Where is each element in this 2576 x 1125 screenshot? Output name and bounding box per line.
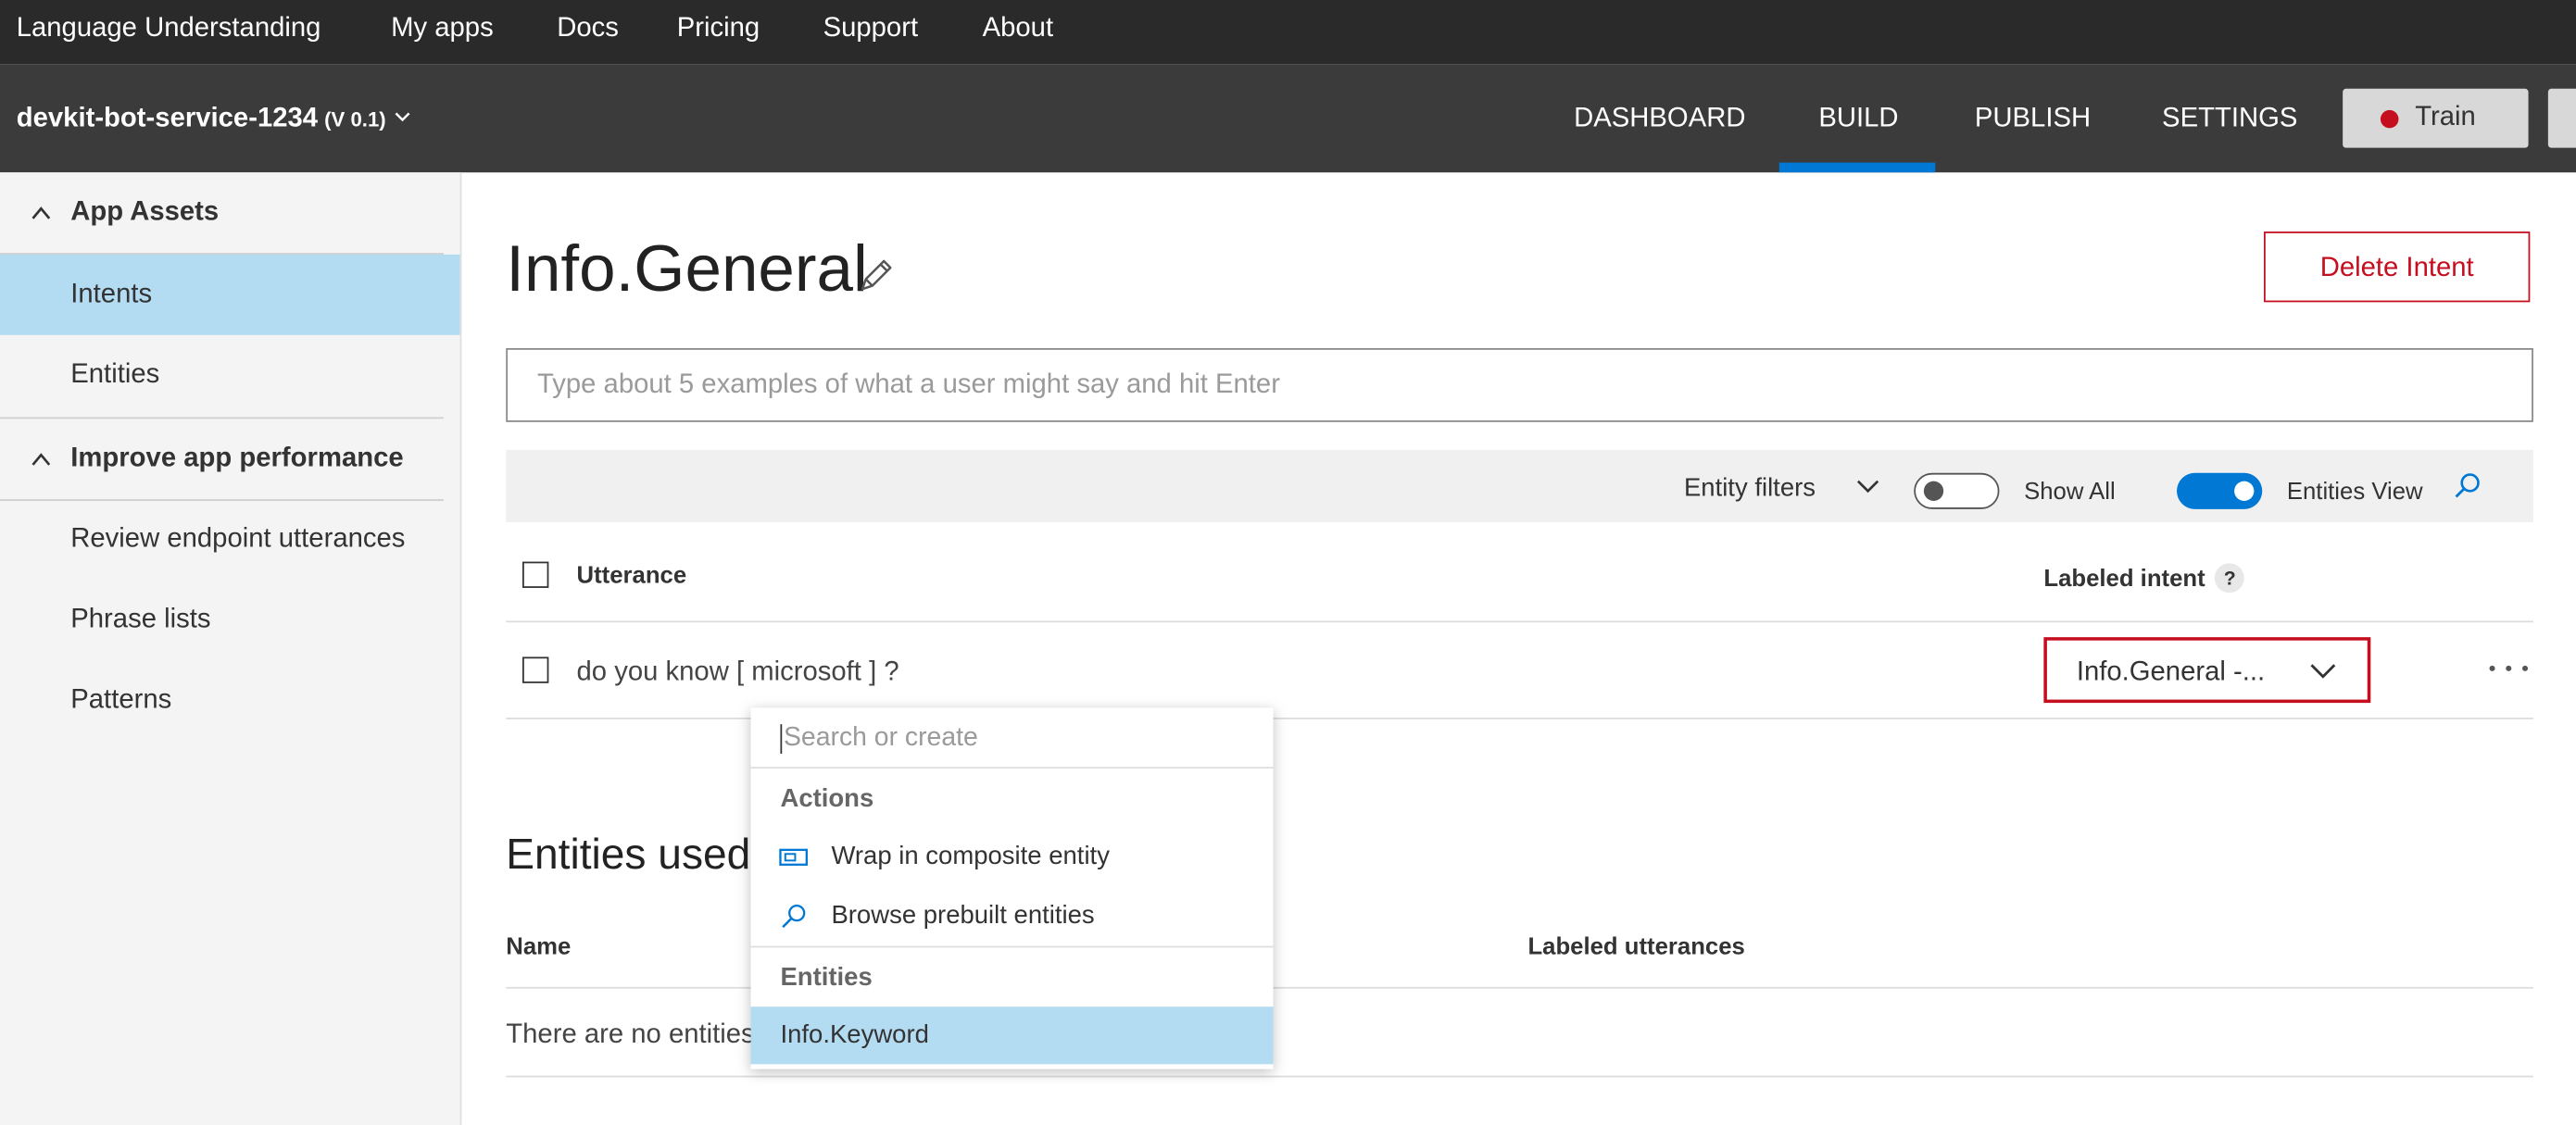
tab-dashboard[interactable]: DASHBOARD [1574,104,1745,135]
utterance-input[interactable] [536,369,2476,401]
top-nav-pricing[interactable]: Pricing [677,13,760,44]
sidebar: App Assets Intents Entities Improve app … [0,172,462,1125]
top-nav-about[interactable]: About [983,13,1053,44]
app-selector[interactable]: devkit-bot-service-1234 (V 0.1) [17,104,386,135]
app-version: (V 0.1) [324,108,386,131]
search-icon [782,904,806,929]
train-label: Train [2415,101,2476,131]
app-name: devkit-bot-service-1234 [16,103,319,133]
show-all-toggle[interactable] [1914,472,2000,509]
actions-header: Actions [780,784,874,813]
chevron-down-icon [2310,664,2336,679]
column-header-labeled-intent: Labeled intent? [2043,563,2245,594]
toggle-knob [2234,481,2255,501]
action-label: Browse prebuilt entities [831,901,1095,930]
top-nav-my-apps[interactable]: My apps [391,13,494,44]
row-checkbox[interactable] [522,656,549,683]
labeled-intent-value: Info.General -... [2076,656,2266,687]
filter-bar: Entity filters Show All Entities View [506,449,2533,523]
entity-picker-popup: Actions Wrap in composite entity Browse … [750,707,1274,1069]
sidebar-item-phrase-lists[interactable]: Phrase lists [0,580,460,660]
search-icon[interactable] [2453,471,2482,501]
sidebar-group-label: App Assets [70,196,220,227]
delete-intent-label: Delete Intent [2319,253,2474,283]
tab-settings[interactable]: SETTINGS [2162,104,2297,135]
active-tab-indicator [1778,162,1936,173]
train-button[interactable]: Train [2343,88,2529,148]
sidebar-group-improve[interactable]: Improve app performance [0,417,444,501]
toggle-knob [1923,481,1944,501]
more-options-icon[interactable] [2484,652,2533,678]
column-header-label: Labeled intent [2043,566,2205,594]
entity-search-input[interactable] [780,724,1244,755]
sidebar-item-label: Review endpoint utterances [70,523,406,554]
pencil-icon[interactable] [854,255,897,297]
divider [506,620,2533,623]
chevron-up-icon [31,206,51,219]
sidebar-item-label: Phrase lists [70,604,211,634]
column-header-labeled-utterances: Labeled utterances [1527,934,1745,961]
entity-option-label: Info.Keyword [780,1021,929,1050]
sidebar-group-label: Improve app performance [70,443,404,473]
labeled-intent-dropdown[interactable]: Info.General -... [2043,637,2371,704]
sidebar-item-intents[interactable]: Intents [0,254,460,335]
tab-publish[interactable]: PUBLISH [1975,104,2091,135]
sidebar-item-patterns[interactable]: Patterns [0,660,460,741]
column-header-name: Name [506,934,572,961]
entity-filters-dropdown[interactable]: Entity filters [1684,475,1816,505]
test-button[interactable] [2547,88,2576,148]
train-status-dot [2380,109,2399,129]
help-icon[interactable]: ? [2215,563,2245,594]
composite-icon [779,848,808,866]
tab-build[interactable]: BUILD [1818,104,1898,135]
entities-view-label: Entities View [2286,479,2423,506]
browse-prebuilt-action[interactable]: Browse prebuilt entities [751,889,1274,944]
entities-view-toggle[interactable] [2177,472,2263,509]
divider [750,945,1274,948]
sidebar-item-entities[interactable]: Entities [0,335,460,416]
utterance-text[interactable]: do you know [ microsoft ] ? [577,656,899,688]
wrap-composite-action[interactable]: Wrap in composite entity [751,830,1274,885]
sidebar-item-label: Entities [70,359,160,390]
entity-search-box [750,707,1274,769]
chevron-down-icon[interactable] [395,108,411,125]
chevron-down-icon[interactable] [1856,478,1879,494]
utterance-input-box [506,348,2533,422]
app-bar: devkit-bot-service-1234 (V 0.1) DASHBOARD… [0,64,2576,173]
top-nav-docs[interactable]: Docs [557,13,619,44]
action-label: Wrap in composite entity [831,842,1110,871]
empty-entities-message: There are no entities [506,1019,755,1050]
entity-option-info-keyword[interactable]: Info.Keyword [750,1006,1274,1065]
sidebar-item-review-endpoint[interactable]: Review endpoint utterances [0,499,460,580]
sidebar-group-app-assets[interactable]: App Assets [0,172,444,255]
sidebar-item-label: Intents [70,279,153,309]
column-header-utterance: Utterance [576,563,687,590]
divider [506,1075,2533,1078]
show-all-label: Show All [2024,479,2116,506]
sidebar-item-label: Patterns [70,684,172,715]
chevron-up-icon [31,453,51,466]
entities-header: Entities [780,964,873,993]
page-title: Info.General [506,232,868,306]
delete-intent-button[interactable]: Delete Intent [2264,231,2531,303]
select-all-checkbox[interactable] [522,561,549,588]
top-nav-brand[interactable]: Language Understanding [17,13,321,44]
top-nav-support[interactable]: Support [823,13,919,44]
top-nav-bar: Language Understanding My apps Docs Pric… [0,0,2576,65]
